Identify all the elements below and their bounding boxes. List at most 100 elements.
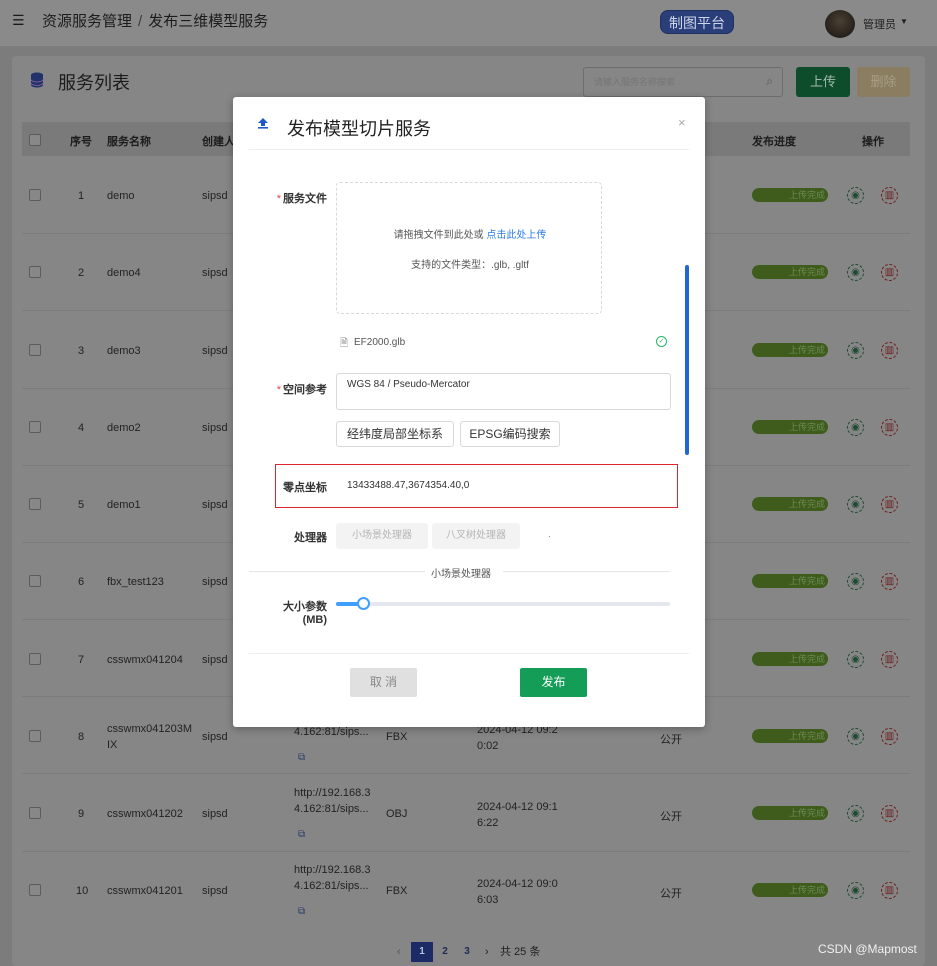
cell-time-line2: 6:03 (477, 894, 499, 906)
row-checkbox[interactable] (29, 575, 41, 587)
trash-icon[interactable]: ▥ (881, 573, 898, 590)
platform-button[interactable]: 制图平台 (660, 10, 734, 34)
copy-icon[interactable]: ⧉ (298, 829, 305, 840)
pager-total: 共 25 条 (500, 946, 541, 958)
row-divider (22, 851, 910, 852)
cell-creator: sipsd (202, 576, 228, 588)
cell-index: 10 (76, 885, 89, 897)
pager-page-2[interactable]: 2 (434, 942, 456, 962)
copy-icon[interactable]: ⧉ (298, 752, 305, 763)
status-badge: 上传完成 (752, 420, 828, 434)
cell-visibility: 公开 (660, 888, 682, 900)
view-icon[interactable]: ◉ (847, 573, 864, 590)
row-checkbox[interactable] (29, 498, 41, 510)
small-scene-processor-button[interactable]: 小场景处理器 (336, 523, 428, 549)
trash-icon[interactable]: ▥ (881, 805, 898, 822)
view-icon[interactable]: ◉ (847, 728, 864, 745)
local-crs-button[interactable]: 经纬度局部坐标系 (336, 421, 454, 447)
select-all-checkbox[interactable] (29, 134, 41, 146)
search-icon[interactable]: ⌕ (766, 74, 773, 89)
row-checkbox[interactable] (29, 884, 41, 896)
menu-toggle-icon[interactable]: ☰ (12, 12, 25, 29)
srs-input[interactable]: WGS 84 / Pseudo-Mercator (337, 374, 670, 409)
size-slider-track[interactable] (336, 602, 670, 606)
search-input[interactable] (584, 68, 754, 96)
user-name[interactable]: 管理员 (863, 16, 896, 32)
zero-point-input[interactable]: 13433488.47,3674354.40,0 (347, 480, 469, 491)
row-checkbox[interactable] (29, 653, 41, 665)
delete-button[interactable]: 删除 (857, 67, 910, 97)
view-icon[interactable]: ◉ (847, 342, 864, 359)
row-checkbox[interactable] (29, 344, 41, 356)
cell-time-line1: 2024-04-12 09:1 (477, 801, 558, 813)
breadcrumb-item-resource[interactable]: 资源服务管理 (42, 13, 132, 30)
caret-down-icon[interactable]: ▼ (900, 17, 908, 26)
trash-icon[interactable]: ▥ (881, 651, 898, 668)
trash-icon[interactable]: ▥ (881, 187, 898, 204)
copy-icon[interactable]: ⧉ (298, 906, 305, 917)
row-checkbox[interactable] (29, 266, 41, 278)
cell-creator: sipsd (202, 731, 228, 743)
cell-name: demo3 (107, 345, 141, 357)
separator-dot: . (548, 529, 551, 540)
uploaded-file-name[interactable]: EF2000.glb (354, 337, 405, 348)
view-icon[interactable]: ◉ (847, 264, 864, 281)
view-icon[interactable]: ◉ (847, 187, 864, 204)
dialog-scrollbar[interactable] (685, 265, 689, 455)
cell-name-line2: IX (107, 739, 118, 751)
trash-icon[interactable]: ▥ (881, 342, 898, 359)
epsg-search-button[interactable]: EPSG编码搜索 (460, 421, 560, 447)
view-icon[interactable]: ◉ (847, 419, 864, 436)
dialog-title: 发布模型切片服务 (287, 119, 431, 139)
trash-icon[interactable]: ▥ (881, 419, 898, 436)
view-icon[interactable]: ◉ (847, 882, 864, 899)
trash-icon[interactable]: ▥ (881, 882, 898, 899)
pager-prev[interactable]: ‹ (397, 942, 401, 962)
close-icon[interactable]: × (678, 115, 686, 130)
cell-creator: sipsd (202, 654, 228, 666)
cell-name: csswmx041204 (107, 654, 183, 666)
trash-icon[interactable]: ▥ (881, 728, 898, 745)
trash-icon[interactable]: ▥ (881, 264, 898, 281)
required-mark: * (276, 384, 281, 396)
upload-link[interactable]: 点击此处上传 (486, 230, 546, 241)
octree-processor-button[interactable]: 八叉树处理器 (432, 523, 520, 549)
status-badge: 上传完成 (752, 883, 828, 897)
cell-time-line2: 6:22 (477, 817, 499, 829)
view-icon[interactable]: ◉ (847, 651, 864, 668)
cell-creator: sipsd (202, 267, 228, 279)
processor-label: 处理器 (294, 532, 327, 544)
row-checkbox[interactable] (29, 807, 41, 819)
row-checkbox[interactable] (29, 730, 41, 742)
check-circle-icon: ✓ (656, 336, 667, 347)
upload-button[interactable]: 上传 (796, 67, 850, 97)
pager-page-1[interactable]: 1 (411, 942, 433, 962)
cell-index: 5 (78, 499, 85, 511)
pager-page-3[interactable]: 3 (456, 942, 478, 962)
view-icon[interactable]: ◉ (847, 496, 864, 513)
service-file-label-text: 服务文件 (283, 193, 327, 205)
status-badge: 上传完成 (752, 188, 828, 202)
srs-label-text: 空间参考 (283, 384, 327, 396)
row-checkbox[interactable] (29, 189, 41, 201)
avatar[interactable] (825, 10, 855, 38)
pager-next[interactable]: › (485, 942, 489, 962)
cell-format: FBX (386, 731, 408, 743)
zero-point-highlight (275, 464, 678, 508)
cell-time-line2: 0:02 (477, 740, 499, 752)
row-checkbox[interactable] (29, 421, 41, 433)
cell-creator: sipsd (202, 345, 228, 357)
view-icon[interactable]: ◉ (847, 805, 864, 822)
cell-format: FBX (386, 885, 408, 897)
publish-button[interactable]: 发布 (520, 668, 587, 697)
section-divider-left (249, 571, 425, 572)
trash-icon[interactable]: ▥ (881, 496, 898, 513)
cell-index: 6 (78, 576, 85, 588)
size-slider-handle[interactable] (356, 597, 370, 610)
srs-label: * 空间参考 (273, 381, 327, 397)
section-title: 小场景处理器 (427, 565, 495, 580)
file-dropzone[interactable]: 请拖拽文件到此处或 点击此处上传 支持的文件类型：.glb, .gltf (336, 182, 602, 314)
cancel-button[interactable]: 取 消 (350, 668, 417, 697)
file-icon: 🗎 (340, 338, 349, 349)
cell-index: 9 (78, 808, 85, 820)
